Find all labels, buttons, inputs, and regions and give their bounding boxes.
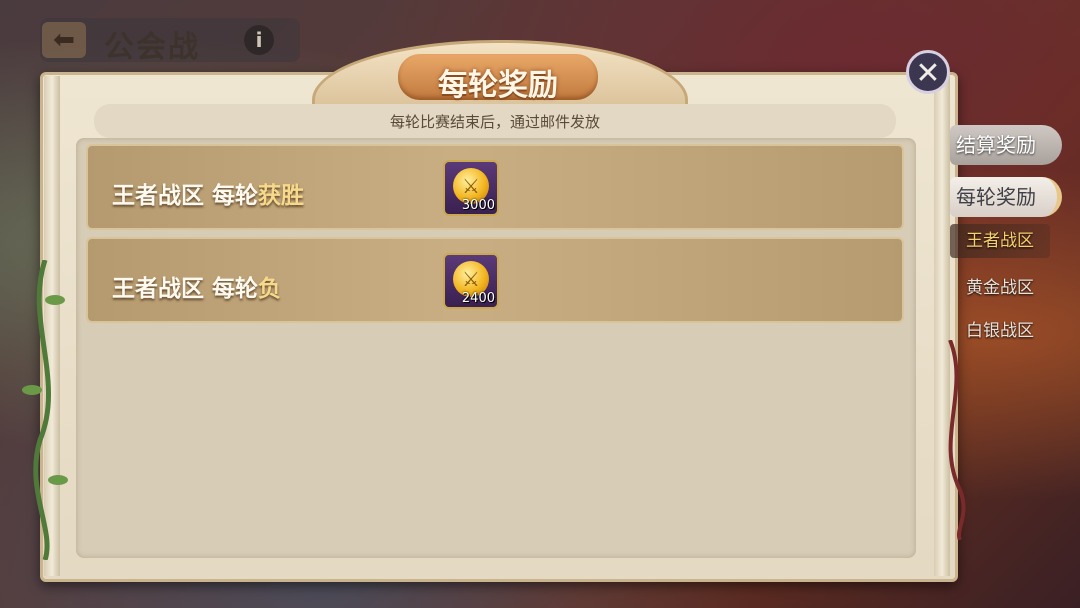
reward-item[interactable]: ⚔ 3000	[443, 160, 499, 216]
back-arrow-icon: ⬅	[53, 25, 75, 55]
screen-title: 公会战	[104, 30, 200, 65]
info-button[interactable]: i	[244, 25, 274, 55]
subtab-gold-division[interactable]: 黄金战区	[950, 273, 1050, 298]
reward-row-label: 王者战区 每轮负	[112, 269, 281, 303]
close-icon: ✕	[915, 56, 941, 91]
vine-decoration	[22, 260, 68, 560]
thorn-vine-decoration	[948, 340, 966, 540]
back-button[interactable]: ⬅	[42, 22, 86, 58]
reward-row-loss: 王者战区 每轮负 ⚔ 2400	[86, 237, 904, 323]
reward-row-win: 王者战区 每轮获胜 ⚔ 3000	[86, 144, 904, 230]
subtab-king-division[interactable]: 王者战区	[950, 224, 1050, 258]
dialog-subtitle: 每轮比赛结束后，通过邮件发放	[389, 113, 600, 131]
row-label-result: 负	[258, 276, 282, 302]
item-quantity: 2400	[461, 291, 495, 306]
item-quantity: 3000	[461, 198, 495, 213]
row-label-result: 获胜	[258, 183, 305, 209]
info-icon: i	[255, 28, 263, 52]
tab-settlement-rewards[interactable]: 结算奖励	[950, 125, 1062, 165]
subtab-silver-division[interactable]: 白银战区	[950, 316, 1050, 341]
reward-item[interactable]: ⚔ 2400	[443, 253, 499, 309]
close-button[interactable]: ✕	[906, 50, 950, 94]
row-label-prefix: 王者战区 每轮	[112, 276, 259, 302]
reward-row-label: 王者战区 每轮获胜	[112, 176, 304, 210]
dialog-title: 每轮奖励	[438, 68, 558, 103]
tab-round-rewards[interactable]: 每轮奖励	[950, 177, 1062, 217]
row-label-prefix: 王者战区 每轮	[112, 183, 259, 209]
